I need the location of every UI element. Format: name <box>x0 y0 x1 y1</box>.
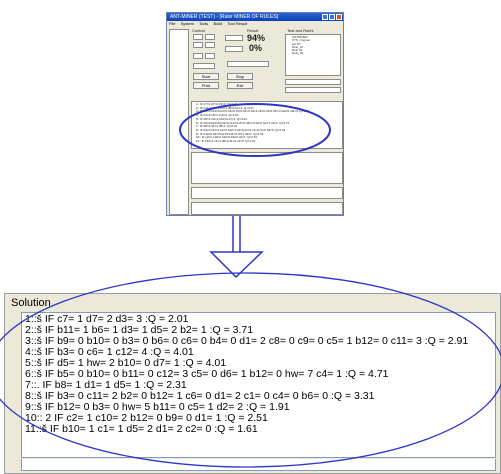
rule-line[interactable]: 11::š IF b10= 1 c1= 1 d5= 2 d1= 2 c2= 0 … <box>25 424 495 435</box>
zoom-arrow <box>209 216 264 279</box>
solution-title: Solution <box>11 297 51 309</box>
solution-bottom-strip <box>21 459 496 471</box>
solution-panel: Solution 1::š IF c7= 1 d7= 2 d3= 3 :Q = … <box>4 293 501 474</box>
solution-list[interactable]: 1::š IF c7= 1 d7= 2 d3= 3 :Q = 2.01 2::š… <box>21 312 496 458</box>
